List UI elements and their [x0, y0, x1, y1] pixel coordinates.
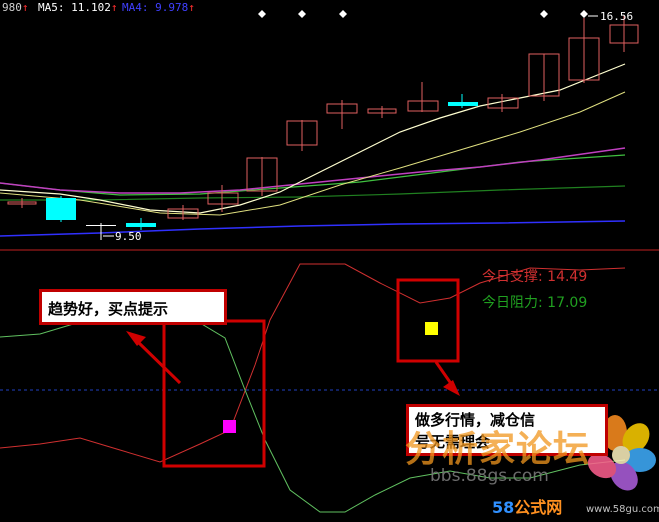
buy-signal-highlight [162, 319, 266, 468]
buy-arrow [136, 340, 182, 385]
ma-magenta-line [0, 147, 626, 194]
diamond-marker [339, 10, 347, 18]
ma-prev-value: 980↑ [2, 1, 29, 14]
diamond-marker [580, 10, 588, 18]
brand-watermark: 58公式网 [492, 498, 563, 517]
ma-blue-line [0, 220, 626, 237]
annotation-arrows [126, 331, 460, 396]
buy-marker [223, 420, 236, 433]
price-panel: 16.56 9.50 [0, 10, 639, 243]
sell-arrow [434, 361, 454, 386]
forum-watermark: 分析家论坛 [405, 429, 591, 470]
diamond-marker [258, 10, 266, 18]
support-label: 今日支撑: 14.49 [482, 269, 588, 285]
resistance-label: 今日阻力: 17.09 [482, 295, 588, 311]
forum-url-watermark: bbs.88gs.com [430, 466, 549, 486]
diamond-marker [540, 10, 548, 18]
sell-signal-highlight [396, 278, 460, 363]
high-price-label: 16.56 [600, 10, 633, 23]
candles [7, 15, 639, 240]
buy-signal-text: 趋势好，买点提示 [48, 300, 169, 318]
buy-signal-callout: 趋势好，买点提示 [39, 289, 227, 325]
buy-arrow-head [126, 331, 146, 346]
diamond-marker [298, 10, 306, 18]
sell-marker [425, 322, 438, 335]
ma-next-value: MA4: 9.978↑ [122, 1, 195, 14]
ma-white-line [0, 63, 626, 214]
candle [46, 198, 76, 220]
candle [86, 225, 116, 226]
signal-diamonds [258, 10, 588, 18]
ma5-value: MA5: 11.102↑ [38, 1, 118, 14]
brand-url-watermark: www.58gu.com [586, 504, 659, 515]
low-price-label: 9.50 [115, 230, 142, 243]
candle [126, 223, 156, 227]
sell-arrow-head [443, 380, 460, 396]
candle [207, 192, 239, 205]
candle [407, 100, 439, 112]
candle [448, 102, 478, 106]
